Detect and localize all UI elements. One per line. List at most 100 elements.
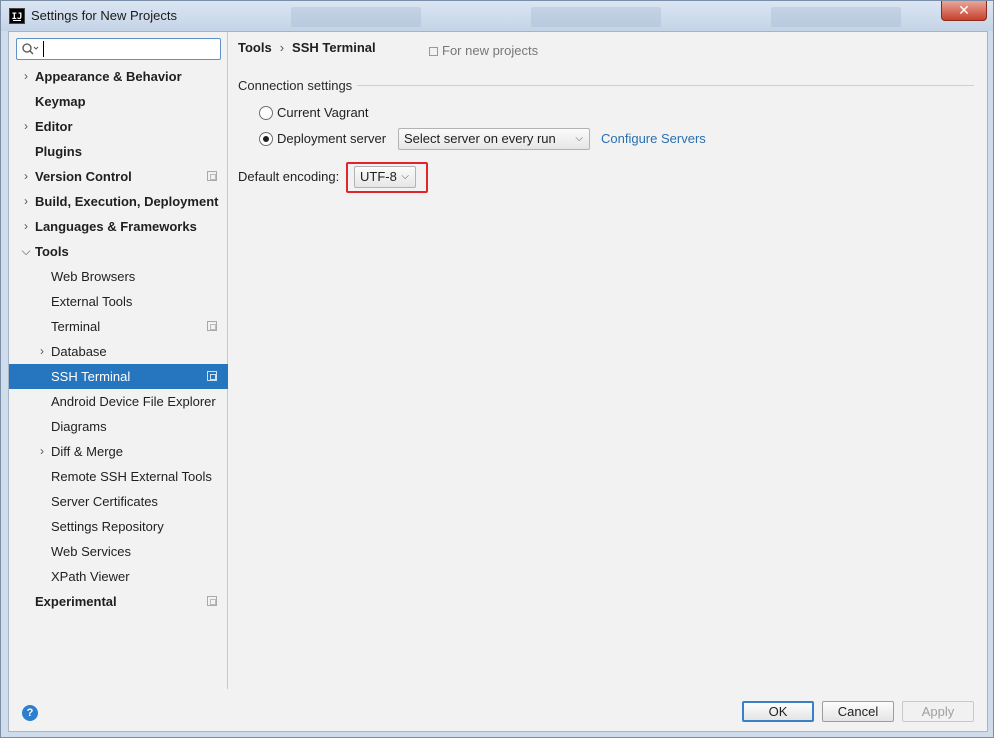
breadcrumb-parent: Tools [238,40,272,55]
configure-servers-link[interactable]: Configure Servers [601,131,706,146]
sidebar-item-build-execution-deployment[interactable]: › Build, Execution, Deployment [9,189,228,214]
background-tab [531,7,661,27]
sidebar-item-label: Web Services [51,544,131,559]
sidebar-item-diagrams[interactable]: Diagrams [9,414,228,439]
breadcrumb-current: SSH Terminal [292,40,376,55]
scope-label: For new projects [442,43,539,58]
sidebar-item-tools[interactable]: ⌵ Tools [9,239,228,264]
settings-sidebar: › Appearance & Behavior Keymap › Editor Plugi… [9,32,228,689]
server-select-value: Select server on every run [404,131,556,146]
help-icon: ? [26,707,34,719]
sidebar-item-label: Keymap [35,94,86,109]
chevron-down-icon: ⌵ [575,133,583,144]
help-button[interactable]: ? [22,705,38,721]
settings-dialog: › Appearance & Behavior Keymap › Editor Plugi… [8,31,988,732]
settings-window: IJ Settings for New Projects ✕ › Appearan… [0,0,994,738]
sidebar-item-label: XPath Viewer [51,569,130,584]
sidebar-item-xpath-viewer[interactable]: XPath Viewer [9,564,228,589]
apply-button[interactable]: Apply [902,701,974,722]
chevron-right-icon[interactable]: › [20,114,32,139]
sidebar-item-terminal[interactable]: Terminal [9,314,228,339]
chevron-down-icon[interactable]: ⌵ [20,239,32,264]
settings-search-input[interactable] [43,41,215,57]
cancel-button[interactable]: Cancel [822,701,894,722]
sidebar-item-external-tools[interactable]: External Tools [9,289,228,314]
sidebar-item-label: Remote SSH External Tools [51,469,212,484]
encoding-highlight-annotation [346,162,428,193]
background-tab [771,7,901,27]
sidebar-item-diff-merge[interactable]: › Diff & Merge [9,439,228,464]
sidebar-item-label: SSH Terminal [51,369,131,384]
dialog-button-bar: ? OK Cancel Apply [9,689,987,731]
sidebar-item-server-certificates[interactable]: Server Certificates [9,489,228,514]
intellij-app-icon: IJ [9,8,25,24]
sidebar-item-ssh-terminal[interactable]: SSH Terminal [9,364,228,389]
deployment-server-radio[interactable] [259,132,273,146]
chevron-right-icon[interactable]: › [36,339,48,364]
window-title: Settings for New Projects [31,8,177,23]
sidebar-item-label: Plugins [35,144,82,159]
project-scope-icon [429,47,438,56]
sidebar-item-label: Editor [35,119,73,134]
sidebar-item-label: Server Certificates [51,494,158,509]
section-divider [357,85,974,86]
sidebar-item-keymap[interactable]: Keymap [9,89,228,114]
chevron-right-icon[interactable]: › [20,189,32,214]
current-vagrant-label: Current Vagrant [277,105,369,120]
sidebar-item-label: External Tools [51,294,133,309]
sidebar-item-label: Version Control [35,169,132,184]
title-bar[interactable]: IJ Settings for New Projects ✕ [1,1,993,31]
chevron-right-icon[interactable]: › [36,439,48,464]
background-tab [291,7,421,27]
sidebar-item-plugins[interactable]: Plugins [9,139,228,164]
sidebar-item-label: Tools [35,244,69,259]
sidebar-item-label: Experimental [35,594,117,609]
chevron-right-icon[interactable]: › [20,214,32,239]
background-window-tabs [291,7,923,27]
chevron-right-icon[interactable]: › [20,64,32,89]
current-vagrant-option[interactable]: Current Vagrant [259,103,419,123]
search-icon [22,43,39,55]
sidebar-item-experimental[interactable]: Experimental [9,589,228,614]
settings-tree: › Appearance & Behavior Keymap › Editor Plugi… [9,64,228,614]
sidebar-item-label: Appearance & Behavior [35,69,182,84]
settings-search-box[interactable] [16,38,221,60]
chevron-right-icon[interactable]: › [20,164,32,189]
connection-settings-title: Connection settings [238,78,353,93]
project-scope-icon [207,596,217,606]
server-select-dropdown[interactable]: Select server on every run ⌵ [398,128,590,150]
default-encoding-label: Default encoding: [238,169,340,184]
sidebar-item-label: Diagrams [51,419,107,434]
sidebar-item-web-browsers[interactable]: Web Browsers [9,264,228,289]
ok-button[interactable]: OK [742,701,814,722]
sidebar-item-label: Web Browsers [51,269,136,284]
sidebar-item-label: Terminal [51,319,101,334]
sidebar-item-version-control[interactable]: › Version Control [9,164,228,189]
sidebar-item-remote-ssh-external-tools[interactable]: Remote SSH External Tools [9,464,228,489]
breadcrumb-separator: › [279,40,285,55]
sidebar-item-label: Languages & Frameworks [35,219,197,234]
sidebar-item-label: Build, Execution, Deployment [35,194,219,209]
sidebar-item-web-services[interactable]: Web Services [9,539,228,564]
scope-indicator: For new projects [429,43,538,58]
sidebar-item-languages-frameworks[interactable]: › Languages & Frameworks [9,214,228,239]
sidebar-item-settings-repository[interactable]: Settings Repository [9,514,228,539]
sidebar-item-label: Android Device File Explorer [51,394,216,409]
project-scope-icon [207,321,217,331]
sidebar-item-label: Settings Repository [51,519,164,534]
project-scope-icon [207,371,217,381]
sidebar-item-appearance-behavior[interactable]: › Appearance & Behavior [9,64,228,89]
sidebar-item-label: Diff & Merge [51,444,124,459]
sidebar-item-database[interactable]: › Database [9,339,228,364]
sidebar-item-android-device-file-explorer[interactable]: Android Device File Explorer [9,389,228,414]
sidebar-item-editor[interactable]: › Editor [9,114,228,139]
close-icon: ✕ [958,2,970,18]
window-close-button[interactable]: ✕ [941,1,987,21]
project-scope-icon [207,171,217,181]
sidebar-item-label: Database [51,344,107,359]
ssh-terminal-settings-panel: Tools › SSH Terminal For new projects Conn… [229,32,987,689]
deployment-server-option[interactable]: Deployment server [259,129,419,149]
breadcrumb: Tools › SSH Terminal [238,40,376,55]
current-vagrant-radio[interactable] [259,106,273,120]
deployment-server-label: Deployment server [277,131,387,146]
